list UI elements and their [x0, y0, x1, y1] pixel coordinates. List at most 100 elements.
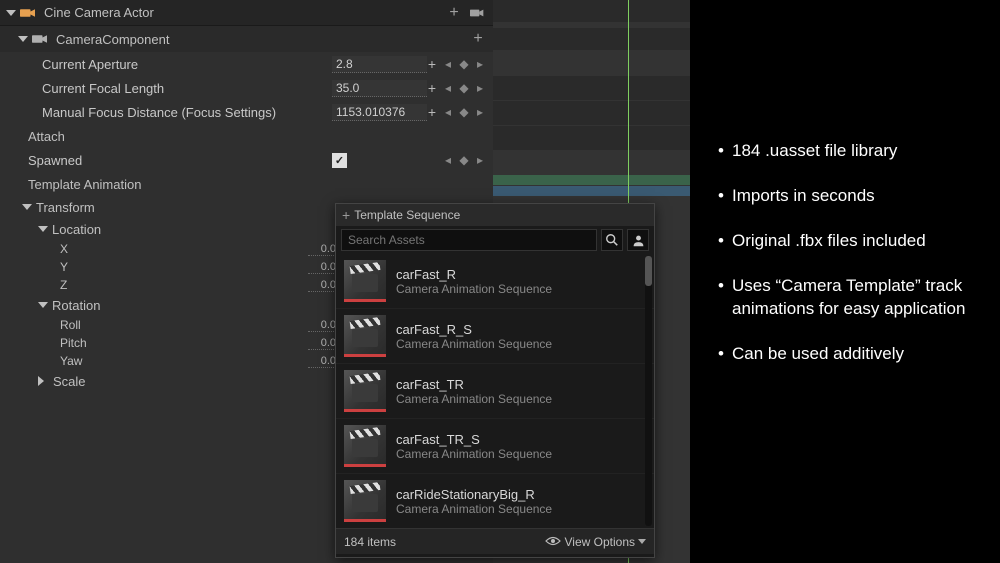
component-title: CameraComponent [56, 32, 169, 47]
feature-item: Original .fbx files included [718, 230, 980, 253]
picker-footer: 184 items View Options [336, 528, 654, 554]
feature-list: 184 .uasset file library Imports in seco… [718, 140, 980, 366]
items-count: 184 items [344, 535, 396, 549]
axis-value[interactable]: 0.0 [308, 243, 338, 256]
scrollbar-track [645, 256, 652, 526]
expand-icon[interactable] [38, 226, 48, 232]
info-panel: 184 .uasset file library Imports in seco… [690, 0, 1000, 563]
axis-label: Roll [60, 318, 308, 332]
asset-item[interactable]: carFast_TR_S Camera Animation Sequence [336, 419, 654, 474]
prop-value[interactable]: 1153.010376 [332, 104, 427, 121]
eye-icon [545, 535, 561, 549]
expand-icon[interactable] [38, 302, 48, 308]
asset-item[interactable]: carFast_R_S Camera Animation Sequence [336, 309, 654, 364]
dropdown-icon [638, 539, 646, 544]
timeline-track [493, 0, 690, 22]
add-icon: + [342, 207, 350, 223]
expand-icon[interactable] [22, 204, 32, 210]
search-input[interactable] [341, 229, 597, 251]
key-icon[interactable]: ◆ [457, 81, 471, 95]
timeline-track [493, 76, 690, 100]
section-label: Location [52, 222, 101, 237]
timeline-track-spawned [493, 175, 690, 185]
axis-value[interactable]: 0.0 [308, 261, 338, 274]
camera-component-icon [32, 32, 50, 46]
axis-label: X [60, 242, 308, 256]
add-button[interactable]: + [469, 30, 487, 48]
timeline-track [493, 186, 690, 196]
feature-item: Can be used additively [718, 343, 980, 366]
asset-type: Camera Animation Sequence [396, 502, 552, 516]
asset-type: Camera Animation Sequence [396, 282, 552, 296]
feature-item: Uses “Camera Template” track animations … [718, 275, 980, 321]
key-button[interactable]: + [425, 105, 439, 119]
key-icon[interactable]: ◆ [457, 105, 471, 119]
axis-value[interactable]: 0.0 [308, 337, 338, 350]
prop-label: Current Aperture [42, 57, 332, 72]
asset-thumbnail-icon [344, 260, 386, 302]
key-icon[interactable]: ◆ [457, 57, 471, 71]
asset-type: Camera Animation Sequence [396, 392, 552, 406]
asset-name: carFast_TR [396, 377, 552, 392]
prop-label: Template Animation [28, 177, 141, 192]
expand-icon[interactable] [6, 10, 16, 16]
key-button[interactable]: + [425, 81, 439, 95]
camera-button[interactable] [469, 4, 487, 22]
next-key-icon[interactable]: ▸ [473, 81, 487, 95]
picker-title: Template Sequence [354, 208, 460, 222]
prop-value[interactable]: 2.8 [332, 56, 427, 73]
expand-icon[interactable] [18, 36, 28, 42]
next-key-icon[interactable]: ▸ [473, 105, 487, 119]
prev-key-icon[interactable]: ◂ [441, 81, 455, 95]
axis-value[interactable]: 0.0 [308, 355, 338, 368]
axis-value[interactable]: 0.0 [308, 319, 338, 332]
cine-camera-icon [20, 6, 38, 20]
spawned-checkbox[interactable]: ✓ [332, 153, 347, 168]
prev-key-icon[interactable]: ◂ [441, 105, 455, 119]
axis-label: Y [60, 260, 308, 274]
user-filter-button[interactable] [627, 229, 649, 251]
property-row-template-anim[interactable]: Template Animation [0, 172, 493, 196]
asset-picker-popup: + Template Sequence carFast_R Camera Ani… [335, 203, 655, 558]
prop-label: Attach [28, 129, 65, 144]
key-button[interactable]: + [425, 57, 439, 71]
asset-list[interactable]: carFast_R Camera Animation Sequence carF… [336, 254, 654, 528]
feature-item: Imports in seconds [718, 185, 980, 208]
property-row-attach[interactable]: Attach [0, 124, 493, 148]
asset-item[interactable]: carFast_TR Camera Animation Sequence [336, 364, 654, 419]
next-key-icon[interactable]: ▸ [473, 153, 487, 167]
next-key-icon[interactable]: ▸ [473, 57, 487, 71]
view-options-label: View Options [565, 535, 635, 549]
asset-name: carFast_TR_S [396, 432, 552, 447]
sequencer-panel: Cine Camera Actor + CameraComponent + Cu… [0, 0, 690, 563]
actor-title: Cine Camera Actor [44, 5, 154, 20]
add-track-button[interactable]: + [445, 4, 463, 22]
property-row-focal[interactable]: Current Focal Length 35.0 + ◂ ◆ ▸ [0, 76, 493, 100]
search-button[interactable] [601, 229, 623, 251]
prop-label: Current Focal Length [42, 81, 332, 96]
asset-item[interactable]: carFast_R Camera Animation Sequence [336, 254, 654, 309]
asset-item[interactable]: carRideStationaryBig_R Camera Animation … [336, 474, 654, 528]
asset-name: carFast_R_S [396, 322, 552, 337]
timeline-track [493, 101, 690, 125]
asset-thumbnail-icon [344, 480, 386, 522]
prop-label: Manual Focus Distance (Focus Settings) [42, 105, 332, 120]
asset-thumbnail-icon [344, 370, 386, 412]
asset-thumbnail-icon [344, 315, 386, 357]
property-row-focus[interactable]: Manual Focus Distance (Focus Settings) 1… [0, 100, 493, 124]
axis-label: Z [60, 278, 308, 292]
prev-key-icon[interactable]: ◂ [441, 57, 455, 71]
feature-item: 184 .uasset file library [718, 140, 980, 163]
property-row-spawned[interactable]: Spawned ✓ ◂ ◆ ▸ [0, 148, 493, 172]
collapse-icon[interactable] [38, 376, 49, 386]
component-header[interactable]: CameraComponent + [0, 26, 493, 52]
section-label: Scale [53, 374, 86, 389]
axis-value[interactable]: 0.0 [308, 279, 338, 292]
key-icon[interactable]: ◆ [457, 153, 471, 167]
view-options-button[interactable]: View Options [545, 535, 646, 549]
prop-value[interactable]: 35.0 [332, 80, 427, 97]
scrollbar-thumb[interactable] [645, 256, 652, 286]
prev-key-icon[interactable]: ◂ [441, 153, 455, 167]
property-row-aperture[interactable]: Current Aperture 2.8 + ◂ ◆ ▸ [0, 52, 493, 76]
actor-header[interactable]: Cine Camera Actor + [0, 0, 493, 26]
